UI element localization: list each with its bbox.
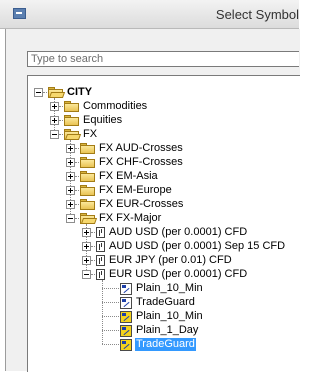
tree-node[interactable]: EUR USD (per 0.0001) CFD <box>28 268 300 281</box>
tree-node[interactable]: Plain_10_Min <box>28 282 300 295</box>
collapse-minus-icon[interactable] <box>82 270 91 279</box>
title-bar[interactable]: Select Symbol <box>0 0 299 29</box>
folder-open-icon <box>48 87 66 99</box>
expand-plus-icon[interactable] <box>82 242 91 251</box>
template-highlight-icon <box>120 325 132 337</box>
expand-plus-icon[interactable] <box>66 200 75 209</box>
tree-node[interactable]: FX AUD-Crosses <box>28 142 300 155</box>
tree-label[interactable]: FX EM-Europe <box>98 184 173 197</box>
search-input[interactable] <box>27 51 299 67</box>
expand-plus-icon[interactable] <box>66 144 75 153</box>
tree-node[interactable]: Plain_1_Day <box>28 324 300 337</box>
tree-node[interactable]: EUR JPY (per 0.01) CFD <box>28 254 300 267</box>
symbol-tree[interactable]: CITY Commodities Equities FX FX AUD-Crosses F… <box>27 75 300 372</box>
tree-label[interactable]: AUD USD (per 0.0001) Sep 15 CFD <box>108 240 286 253</box>
tree-node[interactable]: FX EUR-Crosses <box>28 198 300 211</box>
symbol-icon <box>96 255 105 266</box>
tree-node[interactable]: AUD USD (per 0.0001) Sep 15 CFD <box>28 240 300 253</box>
folder-icon <box>64 115 80 127</box>
tree-label[interactable]: AUD USD (per 0.0001) CFD <box>108 226 248 239</box>
template-icon <box>120 297 132 309</box>
tree-node[interactable]: FX EM-Europe <box>28 184 300 197</box>
tree-label[interactable]: Plain_10_Min <box>135 310 204 323</box>
tree-label[interactable]: FX FX-Major <box>98 212 162 225</box>
tree-label-selected[interactable]: TradeGuard <box>135 338 196 351</box>
expand-plus-icon[interactable] <box>66 186 75 195</box>
expand-plus-icon[interactable] <box>66 158 75 167</box>
symbol-icon <box>96 227 105 238</box>
tree-node[interactable]: Commodities <box>28 100 300 113</box>
symbol-icon <box>96 241 105 252</box>
template-highlight-icon <box>120 311 132 323</box>
template-icon <box>120 283 132 295</box>
tree-node[interactable]: CITY <box>28 86 300 99</box>
window-title: Select Symbol <box>215 7 299 22</box>
tree-label[interactable]: EUR JPY (per 0.01) CFD <box>108 254 233 267</box>
tree-node[interactable]: FX CHF-Crosses <box>28 156 300 169</box>
app-window-icon[interactable] <box>13 8 26 19</box>
folder-icon <box>80 157 96 169</box>
expand-plus-icon[interactable] <box>66 172 75 181</box>
folder-icon <box>80 199 96 211</box>
tree-label[interactable]: FX <box>82 128 98 141</box>
tree-label[interactable]: Equities <box>82 114 123 127</box>
tree-label[interactable]: Commodities <box>82 100 148 113</box>
collapse-minus-icon[interactable] <box>34 88 43 97</box>
expand-plus-icon[interactable] <box>50 102 59 111</box>
tree-label[interactable]: Plain_1_Day <box>135 324 199 337</box>
tree-node[interactable]: TradeGuard <box>28 338 300 351</box>
folder-icon <box>64 101 80 113</box>
tree-node[interactable]: FX <box>28 128 300 141</box>
tree-label[interactable]: EUR USD (per 0.0001) CFD <box>108 268 248 281</box>
folder-icon <box>80 143 96 155</box>
tree-label[interactable]: FX CHF-Crosses <box>98 156 184 169</box>
tree-node[interactable]: Equities <box>28 114 300 127</box>
tree-label[interactable]: FX EM-Asia <box>98 170 159 183</box>
expand-plus-icon[interactable] <box>82 228 91 237</box>
tree-node[interactable]: FX FX-Major <box>28 212 300 225</box>
tree-label[interactable]: FX AUD-Crosses <box>98 142 184 155</box>
tree-label[interactable]: Plain_10_Min <box>135 282 204 295</box>
folder-open-icon <box>80 213 98 225</box>
template-highlight-icon <box>120 339 132 351</box>
tree-node[interactable]: Plain_10_Min <box>28 310 300 323</box>
tree-node[interactable]: FX EM-Asia <box>28 170 300 183</box>
folder-icon <box>80 171 96 183</box>
folder-open-icon <box>64 129 82 141</box>
expand-plus-icon[interactable] <box>50 116 59 125</box>
collapse-minus-icon[interactable] <box>66 214 75 223</box>
collapse-minus-icon[interactable] <box>50 130 59 139</box>
tree-label[interactable]: CITY <box>66 86 93 99</box>
tree-node[interactable]: AUD USD (per 0.0001) CFD <box>28 226 300 239</box>
tree-label[interactable]: FX EUR-Crosses <box>98 198 184 211</box>
symbol-icon <box>96 269 105 280</box>
tree-label[interactable]: TradeGuard <box>135 296 196 309</box>
folder-icon <box>80 185 96 197</box>
tree-node[interactable]: TradeGuard <box>28 296 300 309</box>
expand-plus-icon[interactable] <box>82 256 91 265</box>
